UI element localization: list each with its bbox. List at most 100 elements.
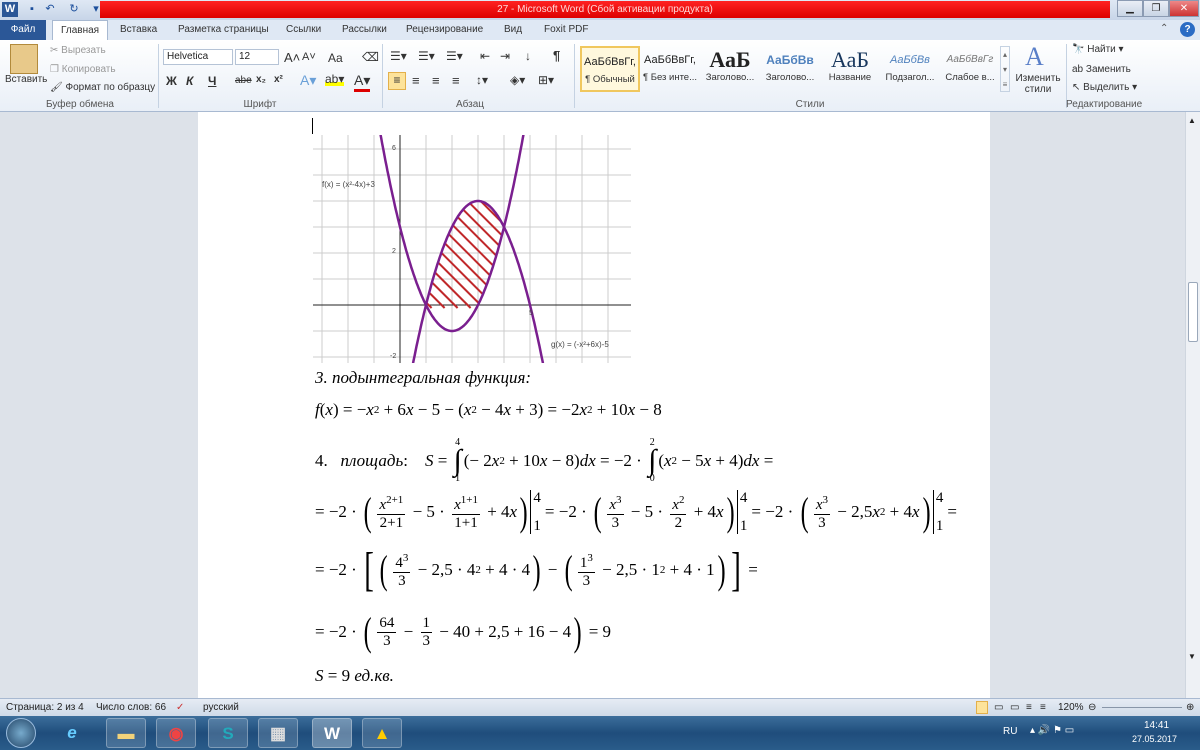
maximize-button[interactable]: ❐: [1143, 0, 1169, 17]
style-4[interactable]: АаБ Название: [820, 46, 880, 92]
style-1[interactable]: АаБбВвГг, ¶ Без инте...: [640, 46, 700, 92]
tab-file[interactable]: Файл: [0, 20, 46, 40]
scroll-up-icon[interactable]: ▲: [1188, 116, 1196, 125]
cut-button[interactable]: ✂ Вырезать: [50, 45, 106, 56]
font-name-select[interactable]: Helvetica: [163, 49, 233, 65]
word-app-icon[interactable]: W: [2, 2, 18, 17]
geogebra-icon[interactable]: ▲: [362, 718, 402, 748]
style-3[interactable]: АаБбВв Заголово...: [760, 46, 820, 92]
word-taskbar-icon[interactable]: W: [312, 718, 352, 748]
word-count[interactable]: Число слов: 66: [96, 699, 166, 716]
clock-time[interactable]: 14:41: [1144, 720, 1169, 731]
font-color-icon[interactable]: A▾: [354, 72, 371, 92]
start-button[interactable]: [6, 718, 36, 748]
draft-view-icon[interactable]: ≡: [1040, 699, 1046, 716]
style-2[interactable]: АаБ Заголово...: [700, 46, 760, 92]
format-painter-button[interactable]: 🖌 Формат по образцу: [50, 82, 155, 93]
change-styles-button[interactable]: Изменить стили: [1014, 73, 1062, 95]
superscript-button[interactable]: x²: [274, 74, 283, 85]
borders-icon[interactable]: ⊞▾: [538, 73, 554, 87]
font-size-select[interactable]: 12: [235, 49, 279, 65]
save-icon[interactable]: ▪: [24, 2, 40, 17]
align-left-button[interactable]: ≡: [388, 72, 406, 90]
shading-icon[interactable]: ◈▾: [510, 73, 525, 87]
tab-references[interactable]: Ссылки: [278, 20, 329, 40]
scroll-down-icon[interactable]: ▼: [1188, 652, 1196, 661]
language[interactable]: русский: [203, 699, 239, 716]
copy-button[interactable]: ❐ Копировать: [50, 64, 116, 75]
zoom-out-icon[interactable]: ⊖: [1088, 699, 1096, 716]
find-button[interactable]: 🔭 Найти ▾: [1072, 44, 1124, 55]
decrease-indent-icon[interactable]: ⇤: [480, 49, 490, 63]
text-effects-icon[interactable]: A▾: [300, 72, 316, 89]
outline-view-icon[interactable]: ≡: [1026, 699, 1032, 716]
skype-icon[interactable]: S: [208, 718, 248, 748]
big-paren: (: [379, 547, 388, 592]
file-explorer-icon[interactable]: ▬: [106, 718, 146, 748]
tray-icons[interactable]: ▴ 🔊 ⚑ ▭: [1030, 725, 1074, 736]
style-0[interactable]: АаБбВвГг, ¶ Обычный: [580, 46, 640, 92]
align-center-button[interactable]: ≡: [412, 73, 420, 88]
zoom-level[interactable]: 120%: [1058, 699, 1084, 716]
paste-button[interactable]: Вставить: [5, 74, 47, 85]
hatch-line: [559, 188, 631, 308]
redo-icon[interactable]: ↻: [66, 2, 82, 17]
zoom-in-icon[interactable]: ⊕: [1186, 699, 1194, 716]
line-spacing-icon[interactable]: ↕▾: [476, 73, 488, 87]
calculator-icon[interactable]: ▦: [258, 718, 298, 748]
styles-scroll[interactable]: ▴ ▾ ≡: [1000, 46, 1010, 92]
tab-mailings[interactable]: Рассылки: [334, 20, 395, 40]
vertical-scrollbar[interactable]: ▲ ▼: [1185, 112, 1200, 698]
strikethrough-button[interactable]: abe: [235, 75, 252, 86]
numbering-icon[interactable]: ☰▾: [418, 49, 435, 63]
align-right-button[interactable]: ≡: [432, 73, 440, 88]
input-language[interactable]: RU: [1003, 726, 1017, 737]
grow-font-button[interactable]: A˄: [284, 50, 300, 65]
tab-foxit-pdf[interactable]: Foxit PDF: [536, 20, 596, 40]
multilevel-list-icon[interactable]: ☰▾: [446, 49, 463, 63]
print-layout-view-icon[interactable]: [976, 701, 988, 714]
shrink-font-button[interactable]: A˅: [302, 51, 316, 63]
zoom-slider[interactable]: [1102, 707, 1182, 708]
tab-review[interactable]: Рецензирование: [398, 20, 491, 40]
full-screen-view-icon[interactable]: ▭: [994, 699, 1003, 716]
close-button[interactable]: ✕: [1169, 0, 1199, 17]
undo-icon[interactable]: ↶: [42, 2, 58, 17]
clock-date[interactable]: 27.05.2017: [1132, 734, 1177, 744]
tab-view[interactable]: Вид: [496, 20, 530, 40]
show-formatting-button[interactable]: ¶: [553, 48, 560, 63]
subscript-button[interactable]: x₂: [256, 74, 266, 85]
clear-formatting-icon[interactable]: ⌫: [362, 50, 379, 64]
minimize-button[interactable]: ▁: [1117, 0, 1143, 17]
sort-icon[interactable]: ↓: [525, 49, 531, 63]
select-button[interactable]: ↖ Выделить ▾: [1072, 82, 1137, 93]
increase-indent-icon[interactable]: ⇥: [500, 49, 510, 63]
internet-explorer-icon[interactable]: e: [52, 718, 92, 748]
tab-home[interactable]: Главная: [52, 20, 109, 40]
help-icon[interactable]: ?: [1180, 22, 1195, 37]
paste-icon[interactable]: [10, 44, 38, 74]
tab-page-layout[interactable]: Разметка страницы: [170, 20, 277, 40]
scroll-thumb[interactable]: [1188, 282, 1198, 342]
web-layout-view-icon[interactable]: ▭: [1010, 699, 1019, 716]
bullets-icon[interactable]: ☰▾: [390, 49, 407, 63]
bold-button[interactable]: Ж: [166, 74, 177, 88]
spellcheck-icon[interactable]: ✓: [176, 699, 184, 716]
numerator: 64: [377, 615, 397, 633]
expr: x2+1: [379, 494, 403, 513]
status-bar: Страница: 2 из 4 Число слов: 66 ✓ русски…: [0, 698, 1200, 716]
replace-button[interactable]: ab Заменить: [1072, 64, 1131, 75]
highlight-icon[interactable]: ab▾: [325, 72, 345, 86]
minimize-ribbon-icon[interactable]: ⌃: [1160, 23, 1168, 34]
expr: 3: [398, 573, 406, 589]
justify-button[interactable]: ≡: [452, 73, 460, 88]
change-case-button[interactable]: Aa: [328, 51, 343, 65]
chrome-icon[interactable]: ◉: [156, 718, 196, 748]
tab-insert[interactable]: Вставка: [112, 20, 165, 40]
page-count[interactable]: Страница: 2 из 4: [6, 699, 84, 716]
underline-button[interactable]: Ч: [208, 74, 216, 88]
math-var: x: [663, 451, 672, 470]
style-6[interactable]: АаБбВвГг Слабое в...: [940, 46, 1000, 92]
style-5[interactable]: АаБбВв Подзагол...: [880, 46, 940, 92]
italic-button[interactable]: К: [186, 74, 193, 88]
